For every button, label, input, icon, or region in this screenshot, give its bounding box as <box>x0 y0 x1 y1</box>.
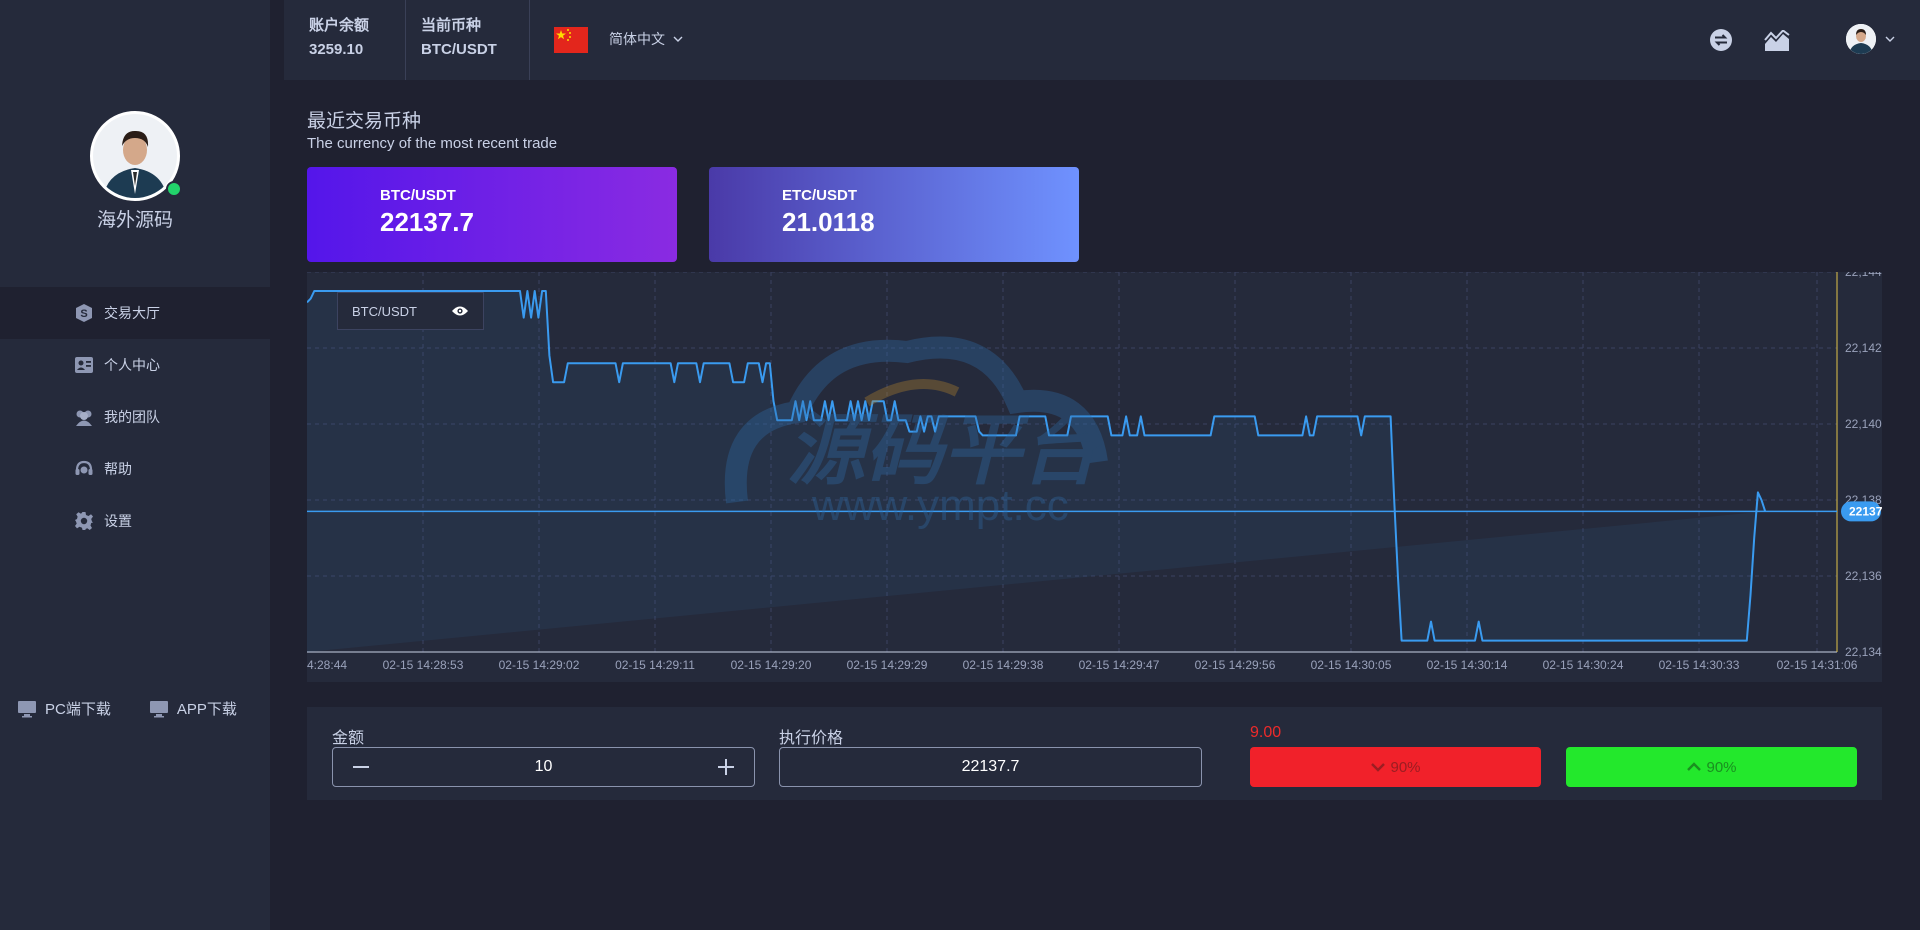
buy-down-button[interactable]: 90% <box>1250 747 1541 787</box>
x-tick-label: 4:28:44 <box>307 658 347 672</box>
fee-value: 9.00 <box>1250 724 1282 741</box>
account-balance: 账户余额 3259.10 <box>309 14 369 62</box>
watermark-url: www.ympt.cc <box>811 481 1069 530</box>
sidebar-nav: S 交易大厅 个人中心 我的团队 帮助 设置 <box>0 287 270 547</box>
x-tick-label: 02-15 14:30:14 <box>1427 658 1508 672</box>
sidebar-item-help[interactable]: 帮助 <box>0 443 270 495</box>
x-tick-label: 02-15 14:29:02 <box>499 658 580 672</box>
x-tick-label: 02-15 14:29:38 <box>963 658 1044 672</box>
card-symbol: ETC/USDT <box>782 187 857 204</box>
dollar-shield-icon: S <box>74 303 94 323</box>
top-bar: 账户余额 3259.10 当前币种 BTC/USDT 简体中文 <box>284 0 1920 80</box>
divider <box>405 0 406 80</box>
y-tick-label: 22,136 <box>1845 569 1882 583</box>
x-tick-label: 02-15 14:29:11 <box>615 658 695 672</box>
balance-label: 账户余额 <box>309 17 370 34</box>
pc-download-link[interactable]: PC端下载 <box>17 698 111 719</box>
currency-card-etc[interactable]: ETC/USDT 21.0118 <box>709 167 1079 262</box>
x-tick-label: 02-15 14:29:20 <box>731 658 812 672</box>
price-chart[interactable]: 22,144 22,142 22,140 22,138 22,136 22,134 4:28… <box>307 272 1882 682</box>
monitor-icon <box>149 700 169 718</box>
monitor-icon <box>17 700 37 718</box>
minus-icon[interactable] <box>351 757 371 777</box>
sidebar-item-personal-center[interactable]: 个人中心 <box>0 339 270 391</box>
svg-text:S: S <box>80 308 87 320</box>
sidebar-item-settings[interactable]: 设置 <box>0 495 270 547</box>
user-portrait-icon <box>93 114 177 198</box>
sidebar-item-label: 设置 <box>104 513 132 529</box>
x-tick-label: 02-15 14:29:47 <box>1079 658 1160 672</box>
eye-icon[interactable] <box>451 305 469 317</box>
amount-stepper: 10 <box>332 747 755 787</box>
sidebar-item-label: 交易大厅 <box>104 305 160 321</box>
username: 海外源码 <box>96 210 173 231</box>
plus-icon[interactable] <box>716 757 736 777</box>
currency-value: BTC/USDT <box>421 41 497 58</box>
download-links: PC端下载 APP下载 <box>0 698 270 719</box>
china-flag-icon[interactable] <box>554 27 588 53</box>
id-card-icon <box>74 355 94 375</box>
balance-value: 3259.10 <box>309 41 364 58</box>
gear-icon <box>74 511 94 531</box>
app-download-link[interactable]: APP下载 <box>149 698 237 719</box>
chevron-down-icon <box>673 36 683 42</box>
language-selector[interactable]: 简体中文 <box>609 29 683 49</box>
exec-price-field: 22137.7 <box>779 747 1202 787</box>
chart-legend[interactable]: BTC/USDT <box>337 292 484 330</box>
chevron-down-icon <box>1370 762 1386 772</box>
section-subtitle: The currency of the most recent trade <box>307 135 558 152</box>
app-download-label: APP下载 <box>176 701 237 718</box>
y-tick-label: 22,140 <box>1845 417 1882 431</box>
currency-label: 当前币种 <box>421 17 482 34</box>
amount-label: 金额 <box>332 730 365 747</box>
sidebar-item-label: 帮助 <box>104 461 132 477</box>
sidebar-item-trading-hall[interactable]: S 交易大厅 <box>0 287 270 339</box>
x-tick-label: 02-15 14:30:24 <box>1543 658 1624 672</box>
x-tick-label: 02-15 14:28:53 <box>383 658 464 672</box>
language-label: 简体中文 <box>609 31 665 47</box>
exec-price-label: 执行价格 <box>779 730 844 747</box>
down-percent: 90% <box>1390 758 1421 776</box>
sidebar-item-label: 我的团队 <box>104 409 160 425</box>
y-tick-label: 22,144 <box>1845 272 1882 279</box>
chevron-up-icon <box>1686 762 1702 772</box>
current-price-label: 22137 <box>1849 504 1882 518</box>
buy-up-button[interactable]: 90% <box>1566 747 1857 787</box>
card-price: 21.0118 <box>782 207 875 237</box>
pc-download-label: PC端下载 <box>45 701 111 718</box>
team-icon <box>74 407 94 427</box>
sidebar-item-label: 个人中心 <box>104 357 160 373</box>
swap-icon[interactable] <box>1709 28 1733 57</box>
online-status-dot <box>166 181 182 197</box>
up-percent: 90% <box>1706 758 1737 776</box>
x-tick-label: 02-15 14:29:56 <box>1195 658 1276 672</box>
y-tick-label: 22,142 <box>1845 341 1882 355</box>
currency-card-btc[interactable]: BTC/USDT 22137.7 <box>307 167 677 262</box>
legend-label: BTC/USDT <box>352 303 417 319</box>
chart-icon[interactable] <box>1764 29 1790 57</box>
avatar <box>1846 24 1876 54</box>
y-tick-label: 22,134 <box>1845 645 1882 659</box>
chevron-down-icon <box>1885 36 1895 42</box>
card-price: 22137.7 <box>380 207 474 237</box>
section-title: 最近交易币种 <box>307 111 422 132</box>
sidebar: 海外源码 S 交易大厅 个人中心 我的团队 帮助 设置 PC端下载 APP下载 <box>0 0 270 930</box>
current-currency: 当前币种 BTC/USDT <box>421 14 497 62</box>
amount-input[interactable]: 10 <box>535 758 553 776</box>
sidebar-item-my-team[interactable]: 我的团队 <box>0 391 270 443</box>
headset-icon <box>74 459 94 479</box>
x-tick-label: 02-15 14:30:05 <box>1311 658 1392 672</box>
divider <box>529 0 530 80</box>
user-menu[interactable] <box>1846 24 1895 54</box>
x-tick-label: 02-15 14:30:33 <box>1659 658 1740 672</box>
card-symbol: BTC/USDT <box>380 187 456 204</box>
x-tick-label: 02-15 14:31:06 <box>1777 658 1858 672</box>
chart-svg: 22,14422,14222,14022,13822,13622,1344:28… <box>307 272 1882 682</box>
trade-panel: 金额 10 执行价格 22137.7 9.00 90% 90% <box>307 707 1882 800</box>
x-tick-label: 02-15 14:29:29 <box>847 658 928 672</box>
profile-avatar[interactable] <box>90 111 182 201</box>
